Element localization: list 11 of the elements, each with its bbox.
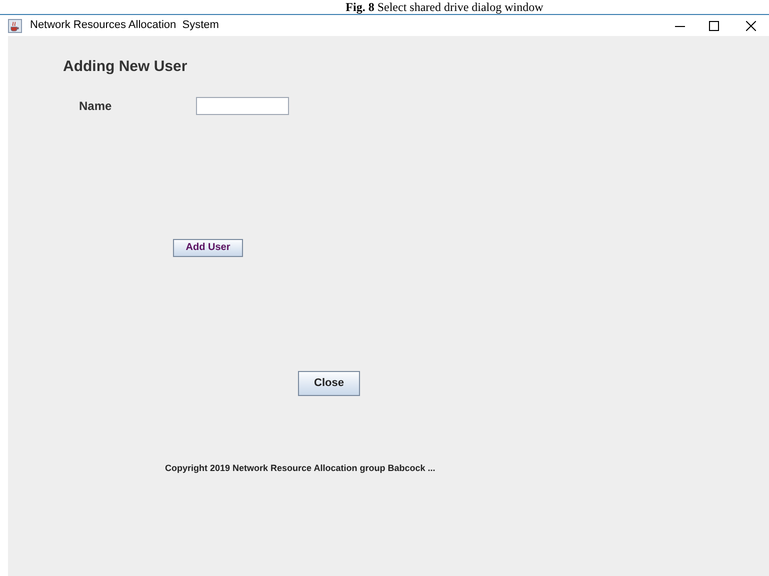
form-heading: Adding New User: [63, 57, 188, 77]
name-field[interactable]: [196, 96, 289, 114]
add-user-button[interactable]: Add User: [173, 238, 243, 256]
figure-caption: Fig. 8 Select shared drive dialog window: [344, 0, 544, 14]
maximize-icon: [709, 20, 719, 30]
copyright-text: Copyright 2019 Network Resource Allocation group Babcock ...: [165, 462, 436, 475]
window-title: Network Resources Allocation System: [30, 18, 219, 34]
name-label: Name: [79, 98, 113, 114]
close-icon: [746, 20, 756, 30]
close-button[interactable]: Close: [298, 370, 360, 396]
java-cup-icon: [8, 18, 22, 32]
